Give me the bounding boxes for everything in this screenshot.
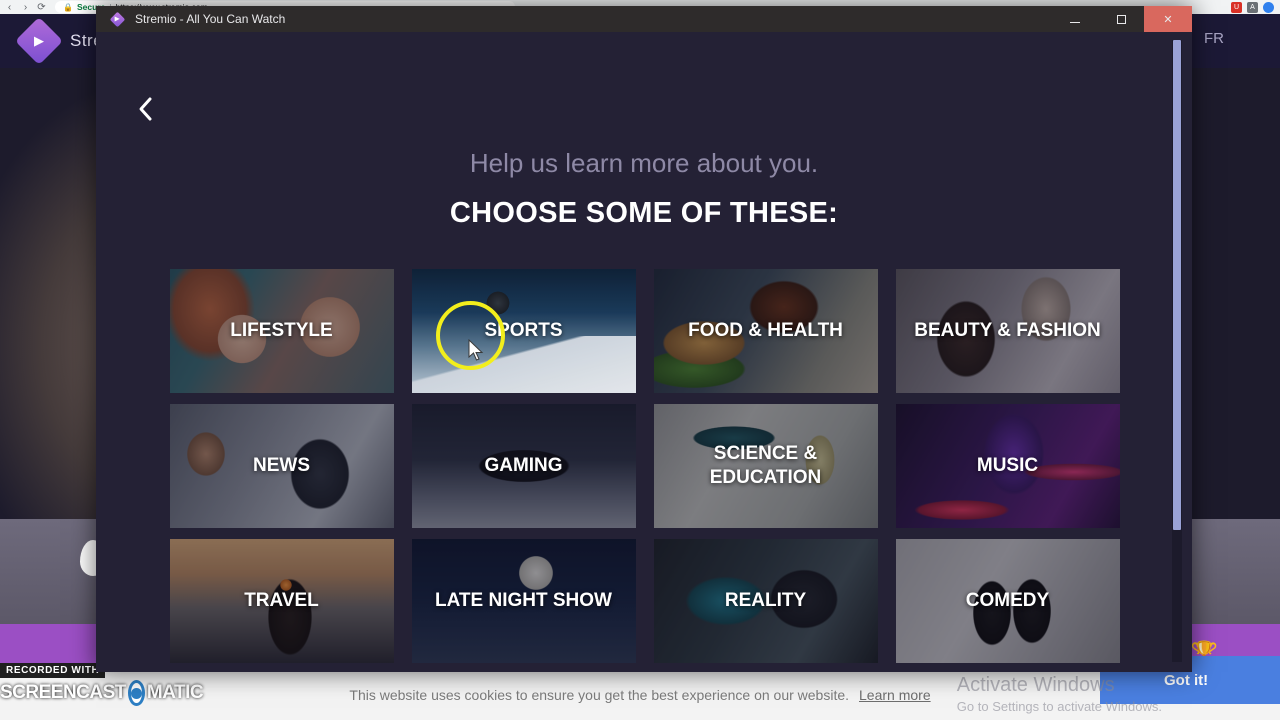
category-tile-label: GAMING	[484, 455, 563, 477]
category-tile[interactable]: REALITY	[653, 539, 878, 663]
record-ring-icon	[127, 680, 145, 706]
recorder-top-line: RECORDED WITH	[0, 663, 106, 678]
cookie-learn-more-link[interactable]: Learn more	[859, 687, 931, 703]
category-tile-label: LATE NIGHT SHOW	[435, 590, 612, 612]
category-tile-label: LIFESTYLE	[230, 320, 333, 342]
category-tile-label: SCIENCE & EDUCATION	[709, 443, 822, 488]
stremio-app-window: ▶ Stremio - All You Can Watch ✕ Help us …	[96, 6, 1192, 672]
profile-badge-blue-icon[interactable]	[1263, 1, 1274, 13]
category-tile-label: MUSIC	[976, 455, 1039, 477]
category-tile[interactable]: GAMING	[411, 404, 636, 528]
onboarding-heading: Help us learn more about you. CHOOSE SOM…	[96, 32, 1192, 230]
recorder-brand-left: SCREENCAST	[0, 682, 126, 703]
category-tile[interactable]: FOOD & HEALTH	[653, 269, 878, 393]
category-tile[interactable]: BEAUTY & FASHION	[895, 269, 1120, 393]
window-titlebar[interactable]: ▶ Stremio - All You Can Watch ✕	[96, 6, 1192, 32]
stremio-logo-icon: ▶	[14, 16, 64, 66]
category-tile[interactable]: SPORTS	[411, 269, 636, 393]
category-tile-label: NEWS	[253, 455, 310, 477]
category-tile-label: SPORTS	[484, 320, 563, 342]
browser-nav-buttons: ‹ › ⟳	[0, 2, 47, 13]
app-scrollbar[interactable]	[1172, 40, 1182, 662]
minimize-button[interactable]	[1052, 6, 1098, 32]
stremio-diamond-icon: ▶	[109, 11, 126, 27]
window-title: Stremio - All You Can Watch	[135, 12, 286, 26]
lock-icon: 🔒	[63, 2, 73, 12]
extension-badge-red-icon[interactable]: U	[1231, 1, 1242, 13]
category-tile[interactable]: LATE NIGHT SHOW	[411, 539, 636, 663]
category-tile[interactable]: NEWS	[169, 404, 394, 528]
recorder-brand-right: MATIC	[146, 682, 204, 703]
reload-icon[interactable]: ⟳	[36, 2, 47, 13]
chevron-left-icon	[139, 97, 152, 121]
maximize-button[interactable]	[1098, 6, 1144, 32]
cookie-accept-label: Got it!	[1164, 671, 1209, 689]
category-tile[interactable]: TRAVEL	[169, 539, 394, 663]
category-tile[interactable]: MUSIC	[895, 404, 1120, 528]
window-controls: ✕	[1052, 6, 1192, 32]
category-tile[interactable]: LIFESTYLE	[169, 269, 394, 393]
forward-arrow-icon[interactable]: ›	[20, 2, 31, 13]
back-button[interactable]	[130, 94, 160, 124]
category-tile-label: COMEDY	[965, 590, 1050, 612]
category-grid: LIFESTYLE SPORTS FOOD & HEALTH BEAUTY & FAS…	[169, 269, 1120, 672]
cookie-banner-text: This website uses cookies to ensure you …	[349, 686, 850, 703]
back-arrow-icon[interactable]: ‹	[4, 2, 15, 13]
category-tile-label: BEAUTY & FASHION	[914, 320, 1101, 342]
app-content-area: Help us learn more about you. CHOOSE SOM…	[96, 32, 1192, 672]
extension-badge-gray-icon[interactable]: A	[1247, 1, 1258, 13]
play-glyph: ▶	[34, 33, 44, 48]
category-tile-label: FOOD & HEALTH	[688, 320, 843, 342]
category-tile[interactable]: COMEDY	[895, 539, 1120, 663]
onboarding-subtitle: Help us learn more about you.	[469, 148, 819, 178]
category-tile-label: REALITY	[724, 590, 807, 612]
category-tile[interactable]: SCIENCE & EDUCATION	[653, 404, 878, 528]
language-selector[interactable]: FR	[1204, 30, 1224, 47]
browser-toolbar-right: U A	[1231, 1, 1280, 13]
onboarding-title: CHOOSE SOME OF THESE:	[449, 197, 839, 229]
recorder-brand-row: SCREENCAST MATIC	[0, 680, 204, 706]
app-scrollbar-thumb[interactable]	[1173, 40, 1181, 530]
close-button[interactable]: ✕	[1144, 6, 1192, 32]
category-tile-label: TRAVEL	[244, 590, 319, 612]
